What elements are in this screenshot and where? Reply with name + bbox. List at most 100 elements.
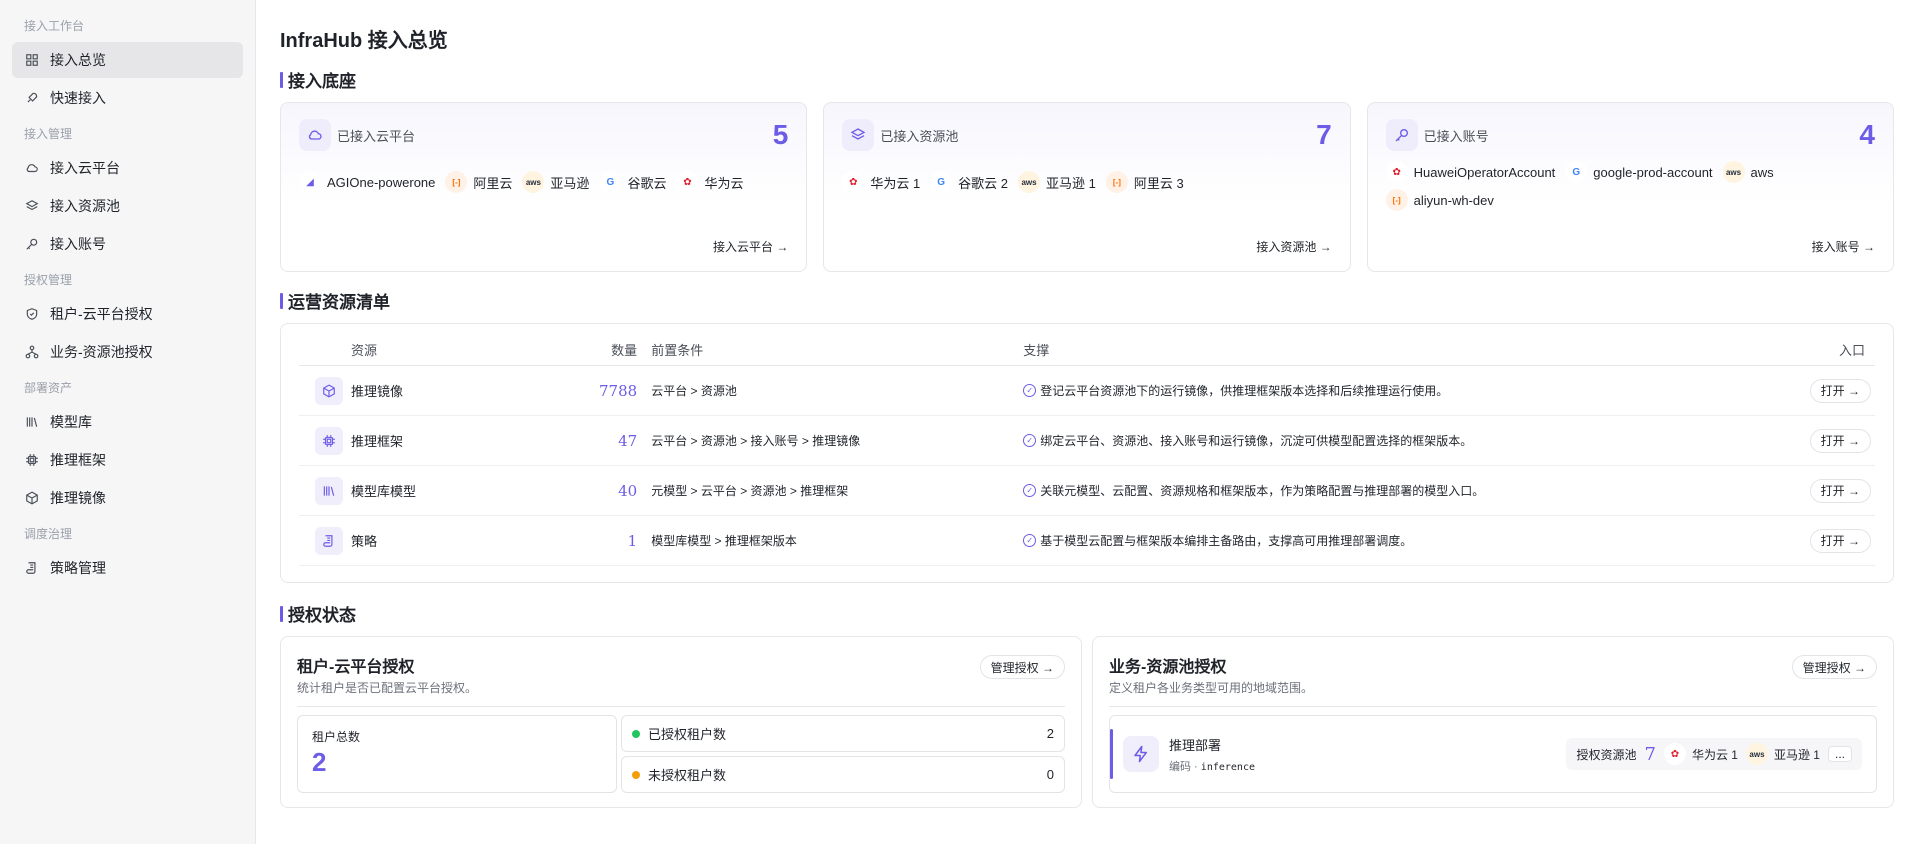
key-icon [24,236,40,252]
aws-logo-icon: aws [522,171,545,193]
provider-chip: [-] aliyun-wh-dev [1385,189,1494,211]
provider-chip-label: 华为云 [704,175,744,191]
resource-action-cell: 打开 → [1795,515,1875,566]
tenant-manage-button[interactable]: 管理授权 → [979,655,1065,679]
sidebar-item-快速接入[interactable]: 快速接入 [12,80,243,116]
business-manage-button[interactable]: 管理授权 → [1791,655,1877,679]
huawei-logo-icon: ✿ [1663,743,1686,765]
sidebar-item-接入账号[interactable]: 接入账号 [12,226,243,262]
sidebar-item-label: 接入资源池 [50,198,120,214]
provider-chip: [-] 阿里云 3 [1105,171,1184,193]
open-button[interactable]: 打开 → [1809,428,1871,453]
layers-icon [24,198,40,214]
provider-chip: aws 亚马逊 [522,171,589,193]
provider-chip-label: google-prod-account [1593,164,1713,180]
provider-chip-label: aws [1750,164,1774,180]
sidebar-item-label: 接入云平台 [50,160,120,176]
base-card: 已接入资源池 7 ✿ 华为云 1 G 谷歌云 2 aws 亚马逊 1 [-] 阿里云 3 接入… [823,102,1351,272]
unauthorized-tenants-stat: 未授权租户数 0 [621,756,1065,793]
provider-chip: Ggoogle-prod-account [1565,161,1713,183]
resource-count: 40 [599,465,652,516]
sidebar-item-模型库[interactable]: 模型库 [12,404,243,440]
more-button[interactable]: ... [1827,746,1852,762]
resource-action-cell: 打开 → [1795,465,1875,516]
aws-logo-icon: aws [1722,161,1745,183]
resource-name: 策略 [351,534,378,549]
sidebar-group-title: 部署资产 [24,381,73,395]
provider-chip-label: aliyun-wh-dev [1413,192,1494,208]
lightning-icon [1123,736,1159,772]
provider-chip: G 谷歌云 [599,171,666,193]
open-button[interactable]: 打开 → [1809,378,1871,403]
resource-support-cell: ✓ 关联元模型、云配置、资源规格和框架版本，作为策略配置与推理部署的模型入口。 [1023,465,1795,516]
huawei-logo-icon: ✿ [842,171,865,193]
cube-icon [24,490,40,506]
table-row: 推理框架 47 云平台 > 资源池 > 接入账号 > 推理镜像 ✓ 绑定云平台、资… [299,415,1875,466]
card-count: 7 [1316,119,1332,150]
provider-chip-label: 谷歌云 [627,175,667,191]
open-button[interactable]: 打开 → [1809,478,1871,503]
resource-name: 推理镜像 [351,384,404,399]
resource-count: 47 [599,415,652,466]
card-link[interactable]: 接入资源池 → [1256,238,1331,255]
resource-cell: 模型库模型 [299,465,599,516]
business-auth-title: 业务-资源池授权 [1109,659,1227,676]
authorized-pools-pill: 授权资源池 7 ✿ 华为云 1 aws 亚马逊 1... [1566,738,1862,770]
resource-support-cell: ✓ 绑定云平台、资源池、接入账号和运行镜像，沉淀可供模型配置选择的框架版本。 [1023,415,1795,466]
resource-count: 1 [599,515,652,566]
col-support: 支撑 [1023,334,1795,366]
scroll-icon [315,526,343,555]
divider [1109,706,1877,707]
business-pool-row[interactable]: 推理部署 编码 · inference 授权资源池 7 ✿ 华为云 1 aws 亚马逊… [1109,715,1877,793]
chip-icon [315,426,343,455]
card-header: 已接入云平台 [299,119,788,151]
table-row: 模型库模型 40 元模型 > 云平台 > 资源池 > 推理框架 ✓ 关联元模型、云… [299,465,1875,516]
sidebar-item-业务-资源池授权[interactable]: 业务-资源池授权 [12,334,243,370]
sidebar-item-接入总览[interactable]: 接入总览 [12,42,243,78]
section-title-resources: 运营资源清单 [280,288,1894,313]
auth-cards: 租户-云平台授权 统计租户是否已配置云平台授权。 管理授权 → 租户总数 2 已… [280,636,1894,808]
base-card: 已接入账号 4 ✿ HuaweiOperatorAccount Ggoogle-pr… [1366,102,1894,272]
card-count: 5 [772,119,789,150]
pool-name: 推理部署 [1169,737,1222,753]
sidebar-item-接入资源池[interactable]: 接入资源池 [12,188,243,224]
sidebar-item-接入云平台[interactable]: 接入云平台 [12,150,243,186]
sidebar-item-策略管理[interactable]: 策略管理 [12,550,243,586]
check-circle-icon: ✓ [1023,534,1037,547]
tenant-total-value: 2 [312,747,327,777]
provider-chip-label: 亚马逊 1 [1046,175,1096,191]
base-card: 已接入云平台 5 ◢ AGIOne-powerone [-] 阿里云 aws 亚马逊 G 谷歌… [280,102,808,272]
card-header: 已接入资源池 [842,119,1331,151]
provider-chip-label: HuaweiOperatorAccount [1413,164,1556,180]
provider-chip-label: 阿里云 3 [1133,175,1184,191]
resource-support: 关联元模型、云配置、资源规格和框架版本，作为策略配置与推理部署的模型入口。 [1040,484,1485,498]
agione-logo-icon: ◢ [299,171,321,193]
business-auth-subtitle: 定义租户各业务类型可用的地域范围。 [1109,681,1314,695]
resource-action-cell: 打开 → [1795,415,1875,466]
sidebar-group-title: 调度治理 [24,527,73,541]
status-dot-green [632,729,640,738]
card-link[interactable]: 接入云平台 → [713,238,788,255]
pool-chip: ✿ 华为云 1 [1663,743,1738,765]
provider-chip: aws aws [1722,161,1774,183]
provider-chip: ✿ 华为云 [676,171,743,193]
sidebar-item-推理框架[interactable]: 推理框架 [12,442,243,478]
resource-name: 模型库模型 [351,484,417,499]
authorized-tenants-stat: 已授权租户数 2 [621,715,1065,752]
resource-support: 基于模型云配置与框架版本编排主备路由，支撑高可用推理部署调度。 [1040,534,1413,548]
resource-support: 绑定云平台、资源池、接入账号和运行镜像，沉淀可供模型配置选择的框架版本。 [1040,434,1473,448]
tenant-stats: 租户总数 2 已授权租户数 2 未授权租户数 0 [297,715,1065,793]
card-label: 已接入账号 [1423,128,1489,144]
table-row: 推理镜像 7788 云平台 > 资源池 ✓ 登记云平台资源池下的运行镜像，供推理框… [299,365,1875,416]
provider-chip: aws 亚马逊 1 [1018,171,1096,193]
col-resource: 资源 [299,334,599,366]
cloud-icon [24,160,40,176]
aliyun-logo-icon: [-] [445,171,468,193]
shield-icon [24,306,40,322]
card-link[interactable]: 接入账号 → [1812,238,1875,255]
sidebar-item-租户-云平台授权[interactable]: 租户-云平台授权 [12,296,243,332]
cube-icon [315,376,343,405]
sidebar-item-推理镜像[interactable]: 推理镜像 [12,480,243,516]
open-button[interactable]: 打开 → [1809,528,1871,553]
sidebar-item-label: 接入总览 [50,52,106,68]
